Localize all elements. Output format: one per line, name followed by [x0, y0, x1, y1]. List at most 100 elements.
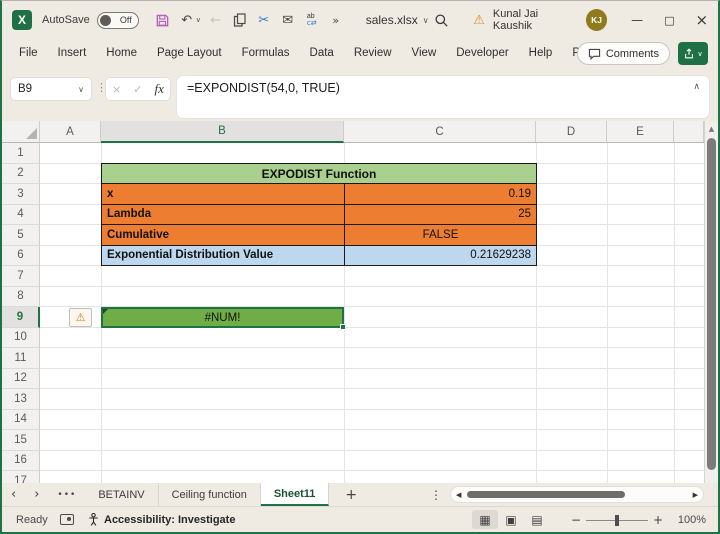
cell-c3[interactable]: 0.19 — [345, 184, 536, 204]
row-header-9[interactable]: 9 — [2, 307, 40, 328]
sheet-bar-menu-icon[interactable]: ⋮ — [430, 483, 442, 507]
name-box[interactable]: B9 ∨ — [10, 77, 92, 101]
zoom-slider[interactable] — [586, 513, 648, 527]
row-header-17[interactable]: 17 — [2, 471, 40, 483]
row-header-14[interactable]: 14 — [2, 410, 40, 431]
minimize-button[interactable]: — — [621, 5, 653, 35]
row-cells-11[interactable] — [40, 348, 704, 369]
row-cells-12[interactable] — [40, 369, 704, 390]
maximize-button[interactable]: □ — [653, 5, 685, 35]
row-header-3[interactable]: 3 — [2, 184, 40, 205]
table-title-cell[interactable]: EXPODIST Function — [101, 163, 537, 184]
sheet-scroll-right-button[interactable]: › — [25, 483, 48, 506]
save-button[interactable] — [151, 8, 175, 32]
row-cells-16[interactable] — [40, 451, 704, 472]
vertical-scrollbar-thumb[interactable] — [707, 138, 716, 470]
excel-app-icon[interactable]: X — [12, 10, 32, 30]
normal-view-button[interactable]: ▦ — [472, 510, 498, 529]
row-header-7[interactable]: 7 — [2, 266, 40, 287]
formula-input[interactable]: =EXPONDIST(54,0, TRUE) ∧ — [176, 75, 710, 119]
vertical-scrollbar[interactable]: ▲ — [704, 121, 718, 483]
user-name[interactable]: Kunal Jai Kaushik — [493, 8, 576, 32]
row-header-5[interactable]: 5 — [2, 225, 40, 246]
row-cells-14[interactable] — [40, 410, 704, 431]
tab-insert[interactable]: Insert — [48, 39, 97, 67]
tab-review[interactable]: Review — [344, 39, 402, 67]
close-button[interactable]: × — [686, 5, 718, 35]
horizontal-scrollbar[interactable]: ◀ ▶ — [450, 486, 704, 503]
row-header-11[interactable]: 11 — [2, 348, 40, 369]
record-macro-icon[interactable] — [60, 514, 74, 525]
collapse-formula-bar-icon[interactable]: ∧ — [693, 82, 700, 92]
row-cells-15[interactable] — [40, 430, 704, 451]
row-cells-7[interactable] — [40, 266, 704, 287]
select-all-corner[interactable] — [2, 121, 40, 143]
sheet-tab-ceiling-function[interactable]: Ceiling function — [159, 483, 261, 506]
search-button[interactable] — [429, 8, 456, 32]
user-avatar[interactable]: KJ — [586, 9, 607, 31]
cell-c4[interactable]: 25 — [345, 205, 536, 225]
column-header-b[interactable]: B — [101, 121, 344, 143]
row-header-12[interactable]: 12 — [2, 369, 40, 390]
translate-button[interactable]: ab c⇄ — [300, 8, 324, 32]
insert-function-button[interactable]: fx — [155, 81, 164, 97]
fill-handle[interactable] — [340, 324, 346, 330]
new-sheet-button[interactable]: + — [329, 483, 373, 506]
tab-home[interactable]: Home — [96, 39, 147, 67]
cell-b5[interactable]: Cumulative — [102, 225, 345, 245]
autosave-toggle[interactable]: Off — [97, 12, 139, 29]
row-header-16[interactable]: 16 — [2, 451, 40, 472]
column-header-c[interactable]: C — [344, 121, 536, 143]
scroll-right-icon[interactable]: ▶ — [693, 491, 698, 499]
scroll-up-icon[interactable]: ▲ — [705, 121, 718, 133]
row-cells-1[interactable] — [40, 143, 704, 164]
qat-overflow-button[interactable]: » — [324, 8, 348, 32]
row-header-2[interactable]: 2 — [2, 164, 40, 185]
column-header-e[interactable]: E — [607, 121, 674, 143]
tab-developer[interactable]: Developer — [446, 39, 518, 67]
cell-b6[interactable]: Exponential Distribution Value — [102, 246, 345, 266]
tab-data[interactable]: Data — [300, 39, 344, 67]
tab-file[interactable]: File — [2, 39, 48, 67]
cell-c6[interactable]: 0.21629238 — [345, 246, 536, 266]
column-header-d[interactable]: D — [536, 121, 607, 143]
zoom-out-button[interactable]: − — [566, 513, 586, 527]
row-header-10[interactable]: 10 — [2, 328, 40, 349]
row-header-6[interactable]: 6 — [2, 246, 40, 267]
error-options-button[interactable]: ⚠ — [69, 308, 92, 327]
row-cells-13[interactable] — [40, 389, 704, 410]
copy-button[interactable] — [228, 8, 252, 32]
all-sheets-button[interactable]: ••• — [48, 483, 85, 506]
account-warning-icon[interactable]: ⚠ — [473, 13, 485, 28]
horizontal-scrollbar-thumb[interactable] — [467, 491, 625, 498]
email-button[interactable]: ✉ — [276, 8, 300, 32]
row-cells-10[interactable] — [40, 328, 704, 349]
tab-view[interactable]: View — [402, 39, 447, 67]
column-header-partial[interactable] — [674, 121, 704, 143]
page-break-preview-button[interactable]: ▤ — [524, 510, 550, 529]
selected-cell-b9[interactable]: #NUM! — [101, 307, 344, 328]
comments-button[interactable]: Comments — [577, 42, 670, 65]
accessibility-status[interactable]: Accessibility: Investigate — [88, 513, 235, 526]
row-header-13[interactable]: 13 — [2, 389, 40, 410]
row-cells-8[interactable] — [40, 287, 704, 308]
tab-formulas[interactable]: Formulas — [232, 39, 300, 67]
cell-c5[interactable]: FALSE — [345, 225, 536, 245]
cell-b4[interactable]: Lambda — [102, 205, 345, 225]
zoom-level[interactable]: 100% — [668, 514, 706, 526]
scroll-left-icon[interactable]: ◀ — [456, 491, 461, 499]
row-header-8[interactable]: 8 — [2, 287, 40, 308]
cell-b3[interactable]: x — [102, 184, 345, 204]
column-header-a[interactable]: A — [40, 121, 101, 143]
sheet-scroll-left-button[interactable]: ‹ — [2, 483, 25, 506]
cut-button[interactable]: ✂ — [252, 8, 276, 32]
sheet-tab-sheet11[interactable]: Sheet11 — [261, 483, 330, 506]
tab-help[interactable]: Help — [519, 39, 563, 67]
share-button[interactable]: ∨ — [678, 42, 708, 65]
zoom-slider-thumb[interactable] — [615, 515, 619, 526]
tab-page-layout[interactable]: Page Layout — [147, 39, 232, 67]
undo-dropdown-chevron-icon[interactable]: ∨ — [196, 16, 204, 24]
document-title[interactable]: sales.xlsx ∨ — [366, 13, 429, 27]
row-header-15[interactable]: 15 — [2, 430, 40, 451]
sheet-tab-betainv[interactable]: BETAINV — [85, 483, 158, 506]
